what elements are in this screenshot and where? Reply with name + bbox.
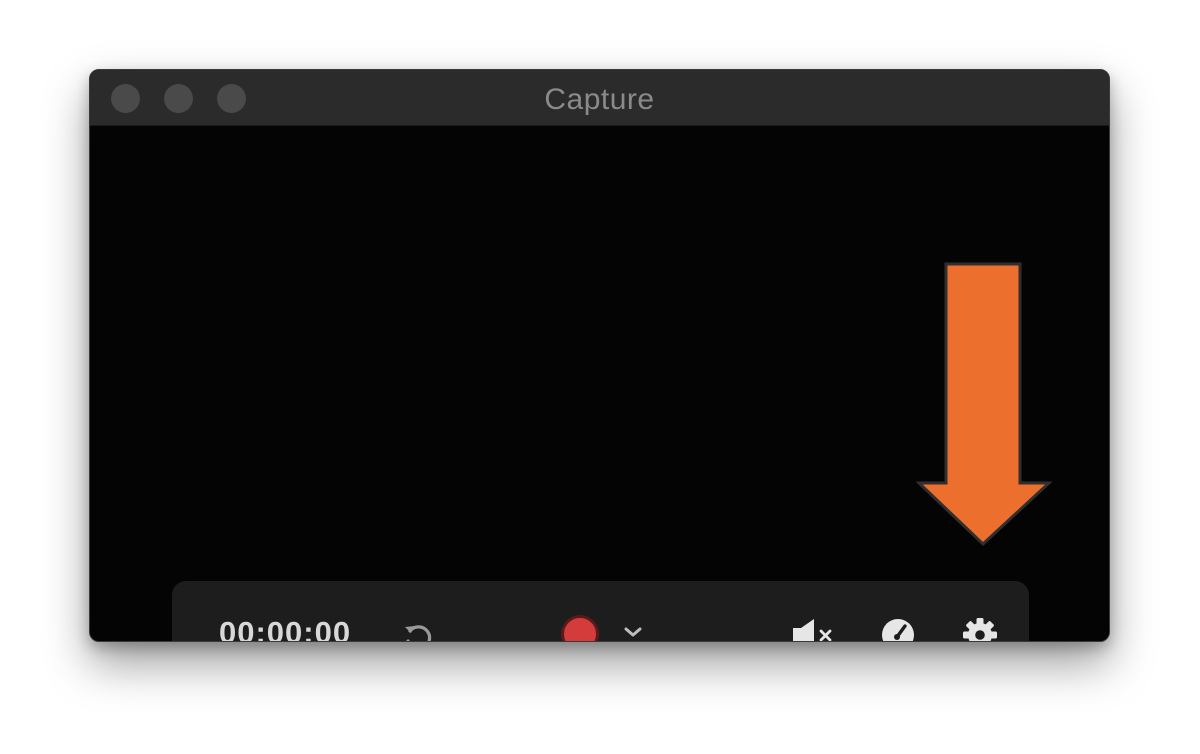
gauge-icon [882,619,914,641]
capture-control-bar: 00:00:00 [172,581,1029,642]
speaker-muted-icon [793,619,832,641]
screenshot-canvas: Capture 00:00:00 [0,0,1200,754]
mute-button[interactable] [788,615,840,641]
settings-button[interactable] [960,615,1000,641]
record-button[interactable] [557,611,603,641]
counterclockwise-arrow-icon [405,625,432,641]
playback-speed-button[interactable] [878,615,918,641]
gear-icon [963,618,997,641]
record-circle-icon [561,615,599,641]
window-title: Capture [544,83,655,116]
reset-button[interactable] [398,617,438,641]
down-arrow-icon [916,262,1052,546]
record-options-button[interactable] [620,619,646,641]
recording-timer: 00:00:00 [219,615,352,642]
title-bar[interactable]: Capture [90,70,1109,126]
chevron-down-icon [624,627,642,637]
